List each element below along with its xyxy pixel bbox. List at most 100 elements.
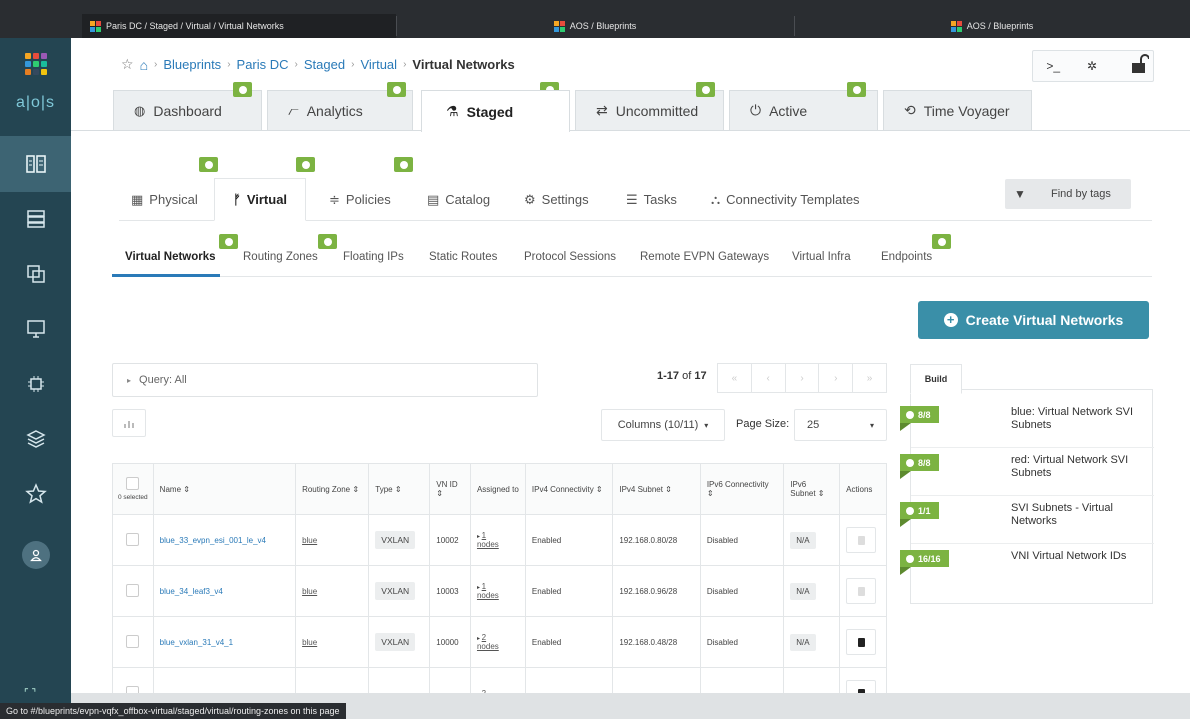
assigned-to-cell[interactable]: ▸ 1 nodes [469, 514, 526, 566]
build-count-badge: 16/16 [900, 550, 949, 575]
build-item[interactable]: 1/1 SVI Subnets - Virtual Networks [900, 496, 1154, 544]
routing-zone-link[interactable]: blue [302, 587, 317, 596]
tab-label: Uncommitted [615, 102, 699, 119]
vtab-protocol-sessions[interactable]: Protocol Sessions [524, 251, 616, 263]
build-count: 16/16 [918, 553, 941, 564]
history-icon: ⟲ [904, 102, 916, 118]
next-page-button[interactable]: › [819, 364, 854, 392]
nav-layers[interactable] [0, 411, 71, 467]
query-box[interactable]: ▸ Query: All [112, 363, 538, 397]
delete-button[interactable] [846, 527, 877, 553]
last-page-button[interactable]: » [853, 364, 886, 392]
unlock-icon[interactable] [1129, 54, 1149, 74]
assigned-label: nodes [476, 540, 499, 549]
vtab-endpoints[interactable]: Endpoints [881, 251, 932, 263]
nav-devices[interactable] [0, 191, 71, 247]
build-count: 8/8 [918, 409, 931, 420]
vn-name-link[interactable]: blue_vxlan_31_v4_1 [160, 638, 233, 647]
type-header[interactable]: Type ⇕ [368, 463, 431, 515]
subtab-label: Physical [149, 192, 198, 207]
trash-icon [857, 535, 865, 545]
pager-info: 1-17 of 17 [657, 370, 707, 382]
page-size-select[interactable]: 25 ▾ [794, 409, 887, 441]
build-item[interactable]: 8/8 blue: Virtual Network SVI Subnets [900, 400, 1154, 448]
browser-tab-bar: Paris DC / Staged / Virtual / Virtual Ne… [0, 0, 1190, 38]
page-button[interactable]: › [786, 364, 820, 392]
vn-name-link[interactable]: blue_33_evpn_esi_001_le_v4 [160, 536, 266, 545]
vtab-virtual-networks[interactable]: Virtual Networks [125, 251, 216, 263]
name-header[interactable]: Name ⇕ [152, 463, 297, 515]
cli-icon[interactable]: >_ [1046, 59, 1060, 73]
prev-page-button[interactable]: ‹ [752, 364, 786, 392]
nav-design[interactable] [0, 246, 71, 302]
subtab-connectivity-templates[interactable]: ⛬ Connectivity Templates [711, 178, 860, 221]
routing-zone-link[interactable]: blue [302, 536, 317, 545]
vtab-virtual-infra[interactable]: Virtual Infra [792, 251, 851, 263]
chevron-down-icon: ▾ [704, 420, 709, 430]
delete-button[interactable] [846, 629, 877, 655]
ipv4-subnet-header[interactable]: IPv4 Subnet ⇕ [612, 463, 701, 515]
vtab-static-routes[interactable]: Static Routes [429, 251, 497, 263]
nav-blueprints[interactable] [0, 136, 71, 192]
ipv6-connectivity-header[interactable]: IPv6 Connectivity ⇕ [699, 463, 785, 515]
pagination: « ‹ › › » [717, 363, 887, 393]
build-tab[interactable]: Build [910, 364, 962, 394]
columns-select-value: Columns (10/11) [617, 419, 699, 431]
palette-icon: ◍ [134, 102, 146, 118]
left-nav: a|o|s ⌜ ⌝ [0, 38, 71, 719]
vn-id-header[interactable]: VN ID ⇕ [429, 463, 471, 515]
row-checkbox[interactable] [126, 583, 140, 597]
find-by-tags-button[interactable]: ▼ Find by tags [1005, 179, 1131, 209]
breadcrumb-staged[interactable]: Staged [304, 57, 345, 72]
routing-zone-link[interactable]: blue [302, 638, 317, 647]
table-row: blue_vxlan_31_v4_1 blue VXLAN 10000 ▸ 2n… [112, 616, 887, 668]
favorite-star-icon[interactable]: ☆ [121, 56, 134, 73]
delete-button[interactable] [846, 578, 877, 604]
vtab-routing-zones[interactable]: Routing Zones [243, 251, 318, 263]
vn-id: 10000 [429, 616, 471, 668]
subtab-policies[interactable]: ≑ Policies [329, 178, 391, 221]
browser-tab[interactable]: AOS / Blueprints [794, 14, 1190, 38]
row-checkbox[interactable] [126, 532, 140, 546]
first-page-button[interactable]: « [718, 364, 752, 392]
subtab-virtual[interactable]: ᚠ Virtual [214, 178, 307, 221]
nav-external-systems[interactable] [0, 356, 71, 412]
browser-tab-title: Paris DC / Staged / Virtual / Virtual Ne… [106, 21, 284, 31]
subtab-tasks[interactable]: ☰ Tasks [626, 178, 677, 221]
vtab-floating-ips[interactable]: Floating IPs [343, 251, 404, 263]
tab-time-voyager[interactable]: ⟲ Time Voyager [883, 90, 1032, 130]
columns-select[interactable]: Columns (10/11) ▾ [601, 409, 725, 441]
nav-resources[interactable] [0, 301, 71, 357]
subtab-catalog[interactable]: ▤ Catalog [427, 178, 490, 221]
subtab-label: Catalog [445, 192, 491, 207]
subtab-settings[interactable]: ⚙ Settings [524, 178, 589, 221]
breadcrumb-paris-dc[interactable]: Paris DC [237, 57, 289, 72]
build-item[interactable]: 8/8 red: Virtual Network SVI Subnets [900, 448, 1154, 496]
user-avatar[interactable] [22, 541, 50, 569]
routing-zone-header[interactable]: Routing Zone ⇕ [295, 463, 370, 515]
build-item[interactable]: 16/16 VNI Virtual Network IDs [900, 544, 1154, 592]
ipv4-connectivity-header[interactable]: IPv4 Connectivity ⇕ [524, 463, 614, 515]
bug-icon[interactable]: ✲ [1087, 59, 1097, 73]
expand-icon[interactable]: ⌜ ⌝ [24, 688, 36, 699]
vtab-remote-evpn-gateways[interactable]: Remote EVPN Gateways [640, 251, 769, 263]
subtab-physical[interactable]: ▦ Physical [131, 178, 198, 221]
browser-tab[interactable]: AOS / Blueprints [396, 14, 794, 38]
vn-name-link[interactable]: blue_34_leaf3_v4 [160, 587, 223, 596]
home-icon[interactable]: ⌂ [140, 57, 148, 73]
ipv6-subnet: N/A [790, 582, 816, 600]
create-virtual-networks-button[interactable]: + Create Virtual Networks [918, 301, 1149, 339]
tab-staged[interactable]: ⚗ Staged [421, 90, 570, 132]
nav-favorites[interactable] [0, 466, 71, 522]
chip-icon [27, 376, 44, 392]
browser-tab-active[interactable]: Paris DC / Staged / Virtual / Virtual Ne… [82, 14, 396, 38]
select-all-checkbox[interactable] [126, 477, 140, 490]
row-checkbox[interactable] [126, 634, 140, 648]
assigned-to-cell[interactable]: ▸ 1 nodes [469, 565, 526, 617]
ipv6-subnet-header[interactable]: IPv6 Subnet ⇕ [783, 463, 841, 515]
bar-chart-icon[interactable] [112, 409, 146, 437]
assigned-to-cell[interactable]: ▸ 2 nodes [469, 616, 526, 668]
breadcrumb-blueprints[interactable]: Blueprints [163, 57, 221, 72]
breadcrumb-virtual[interactable]: Virtual [360, 57, 397, 72]
list-icon: ☰ [626, 191, 638, 207]
